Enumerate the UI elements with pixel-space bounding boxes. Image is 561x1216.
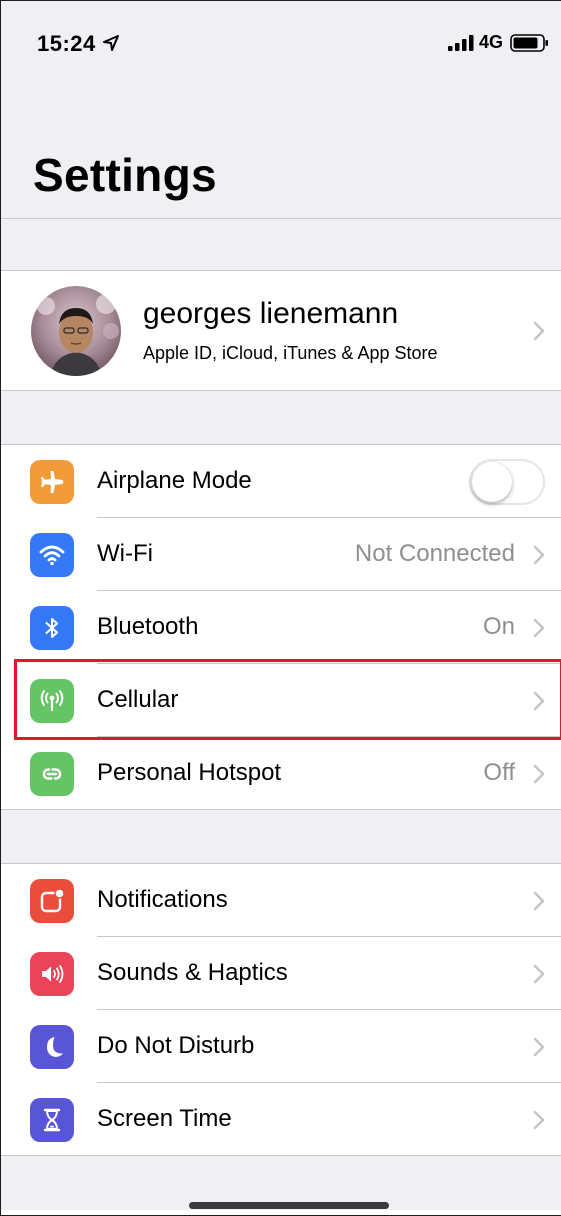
hotspot-icon-box bbox=[30, 752, 74, 796]
antenna-icon bbox=[40, 690, 64, 712]
row-value: Off bbox=[483, 759, 515, 786]
bluetooth-icon bbox=[45, 618, 58, 638]
apple-id-row[interactable]: georges lienemann Apple ID, iCloud, iTun… bbox=[1, 270, 561, 391]
settings-row-bluetooth[interactable]: Bluetooth On bbox=[1, 591, 561, 664]
airplane-icon-box bbox=[30, 460, 74, 504]
settings-row-airplane-mode: Airplane Mode bbox=[1, 445, 561, 518]
settings-screen: 15:24 4G Settings georges lienemann Appl… bbox=[0, 0, 561, 1216]
chevron-right-icon bbox=[533, 1110, 545, 1130]
wifi-icon-box bbox=[30, 533, 74, 577]
alerts-group: Notifications Sounds & Haptics Do Not Di… bbox=[1, 863, 561, 1156]
chevron-right-icon bbox=[533, 691, 545, 711]
hourglass-icon bbox=[43, 1108, 61, 1132]
settings-row-notifications[interactable]: Notifications bbox=[1, 864, 561, 937]
settings-row-screen-time[interactable]: Screen Time bbox=[1, 1083, 561, 1156]
moon-icon bbox=[47, 1037, 63, 1057]
airplane-mode-toggle[interactable] bbox=[469, 459, 545, 505]
speaker-icon bbox=[42, 965, 64, 983]
avatar bbox=[31, 286, 121, 376]
location-arrow-icon bbox=[103, 35, 119, 51]
header-divider bbox=[1, 218, 561, 219]
wifi-icon bbox=[39, 545, 65, 566]
row-label: Bluetooth bbox=[97, 613, 199, 640]
profile-name: georges lienemann bbox=[143, 297, 399, 330]
status-bar: 15:24 4G bbox=[1, 1, 561, 91]
notifications-icon bbox=[40, 888, 65, 913]
toggle-knob bbox=[472, 462, 512, 502]
row-label: Sounds & Haptics bbox=[97, 959, 288, 986]
signal-bars-icon bbox=[448, 35, 474, 51]
chevron-right-icon bbox=[533, 321, 545, 341]
settings-row-cellular[interactable]: Cellular bbox=[1, 664, 561, 737]
row-value: On bbox=[482, 613, 515, 640]
home-indicator[interactable] bbox=[189, 1202, 389, 1209]
row-label: Wi-Fi bbox=[97, 540, 153, 567]
airplane-icon bbox=[41, 471, 64, 493]
page-title: Settings bbox=[33, 149, 217, 201]
settings-row-do-not-disturb[interactable]: Do Not Disturb bbox=[1, 1010, 561, 1083]
avatar-photo bbox=[31, 286, 121, 376]
notifications-icon-box bbox=[30, 879, 74, 923]
cellular-icon-box bbox=[30, 679, 74, 723]
row-label: Notifications bbox=[97, 886, 228, 913]
status-time: 15:24 bbox=[37, 31, 96, 56]
settings-row-wifi[interactable]: Wi-Fi Not Connected bbox=[1, 518, 561, 591]
row-label: Do Not Disturb bbox=[97, 1032, 255, 1059]
next-group-edge bbox=[1, 1210, 561, 1215]
screen-time-icon-box bbox=[30, 1098, 74, 1142]
chevron-right-icon bbox=[533, 618, 545, 638]
battery-icon bbox=[510, 34, 548, 52]
row-value: Not Connected bbox=[354, 540, 515, 567]
sounds-icon-box bbox=[30, 952, 74, 996]
dnd-icon-box bbox=[30, 1025, 74, 1069]
row-label: Screen Time bbox=[97, 1105, 232, 1132]
bluetooth-icon-box bbox=[30, 606, 74, 650]
hotspot-icon bbox=[42, 768, 62, 780]
profile-subtitle: Apple ID, iCloud, iTunes & App Store bbox=[143, 343, 438, 363]
chevron-right-icon bbox=[533, 1037, 545, 1057]
row-label: Personal Hotspot bbox=[97, 759, 282, 786]
network-type-label: 4G bbox=[479, 32, 504, 52]
chevron-right-icon bbox=[533, 964, 545, 984]
settings-row-sounds-haptics[interactable]: Sounds & Haptics bbox=[1, 937, 561, 1010]
row-label: Cellular bbox=[97, 686, 179, 713]
settings-row-personal-hotspot[interactable]: Personal Hotspot Off bbox=[1, 737, 561, 810]
row-label: Airplane Mode bbox=[97, 467, 252, 494]
chevron-right-icon bbox=[533, 764, 545, 784]
chevron-right-icon bbox=[533, 891, 545, 911]
connectivity-group: Airplane Mode Wi-Fi Not Connected Blueto… bbox=[1, 444, 561, 810]
chevron-right-icon bbox=[533, 545, 545, 565]
